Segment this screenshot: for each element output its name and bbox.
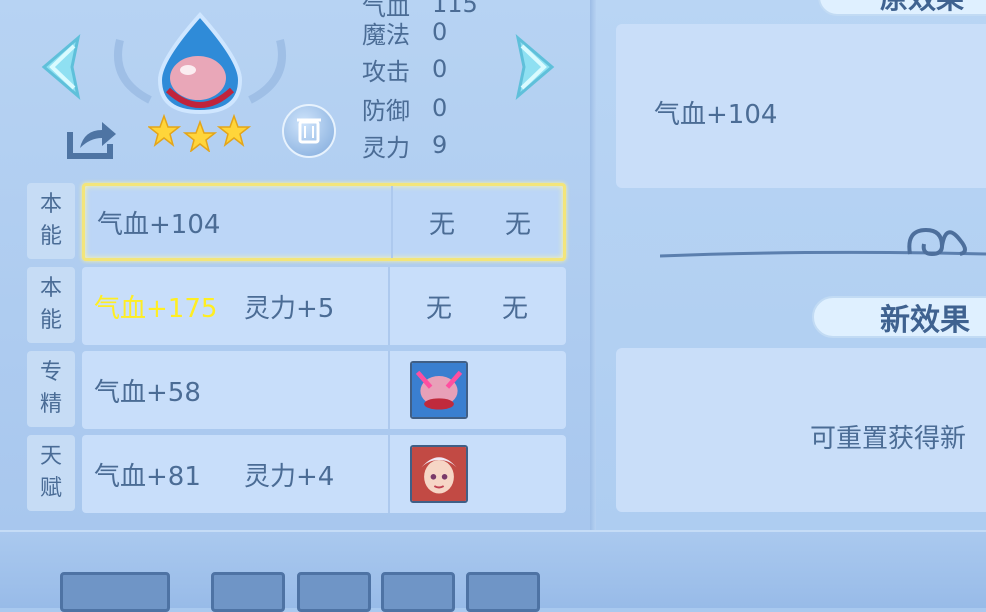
- stat-label: 攻击: [362, 57, 410, 86]
- row-attribute: 气血+58: [94, 377, 201, 408]
- new-effect-hint: 可重置获得新: [810, 424, 967, 454]
- row-slot-text: 无: [429, 209, 456, 240]
- attribute-row-selected[interactable]: 气血+104 无 无: [82, 183, 566, 261]
- row-tag-text: 能: [39, 308, 62, 333]
- row-tag-text: 专: [39, 360, 62, 385]
- row-divider: [391, 186, 393, 258]
- original-effect-title: 原效果: [818, 0, 986, 16]
- stat-value: 0: [432, 18, 448, 46]
- stat-value: 9: [432, 131, 448, 159]
- row-tag: 专 精: [27, 351, 75, 427]
- attribute-row[interactable]: 气血+58: [82, 351, 566, 429]
- bottom-slot[interactable]: [466, 572, 540, 612]
- stat-magic: 魔法 0: [362, 16, 448, 49]
- stat-spirit: 灵力 9: [362, 129, 448, 162]
- row-attribute-highlight: 气血+175: [94, 293, 218, 324]
- stat-label: 防御: [362, 96, 410, 125]
- new-effect-box: 可重置获得新: [616, 348, 986, 512]
- delete-button[interactable]: [282, 104, 336, 158]
- new-effect-title: 新效果: [812, 296, 986, 338]
- row-tag-text: 本: [39, 276, 62, 301]
- share-icon[interactable]: [66, 118, 118, 160]
- stat-attack: 攻击 0: [362, 53, 448, 86]
- original-effect-value: 气血+104: [654, 100, 778, 130]
- bottom-slot[interactable]: [381, 572, 455, 612]
- row-tag-text: 本: [39, 192, 62, 217]
- row-tag-text: 天: [39, 444, 62, 469]
- section-title-text: 新效果: [880, 303, 970, 338]
- character-portrait-icon[interactable]: [410, 445, 468, 503]
- row-slot-text: 无: [426, 293, 453, 324]
- attribute-row[interactable]: 气血+81 灵力+4: [82, 435, 566, 513]
- row-attribute: 灵力+4: [244, 461, 335, 492]
- divider-ornament-icon: [660, 227, 986, 258]
- bottom-slot[interactable]: [297, 572, 371, 612]
- row-tag-text: 精: [39, 392, 62, 417]
- stat-defense: 防御 0: [362, 92, 448, 125]
- row-slot-text: 无: [502, 293, 529, 324]
- row-tag-text: 赋: [39, 476, 62, 501]
- row-attribute: 气血+81: [94, 461, 201, 492]
- row-tag: 本 能: [27, 267, 75, 343]
- bottom-slot[interactable]: [211, 572, 285, 612]
- original-effect-box: 气血+104: [616, 24, 986, 188]
- next-arrow-icon[interactable]: [510, 32, 562, 102]
- row-tag-text: 能: [39, 224, 62, 249]
- pet-avatar[interactable]: [100, 0, 300, 120]
- attribute-row[interactable]: 气血+175 灵力+5 无 无: [82, 267, 566, 345]
- section-title-text: 原效果: [880, 0, 964, 17]
- stat-label: 魔法: [362, 20, 410, 49]
- trash-icon: [297, 118, 321, 144]
- prev-arrow-icon[interactable]: [34, 32, 86, 102]
- row-divider: [388, 267, 390, 345]
- row-attribute: 气血+104: [97, 209, 221, 240]
- bottom-tab-button[interactable]: [60, 572, 170, 612]
- dragon-thumbnail-icon[interactable]: [410, 361, 468, 419]
- stat-label: 灵力: [362, 133, 410, 162]
- stat-value: 0: [432, 94, 448, 122]
- stat-value: 0: [432, 55, 448, 83]
- row-tag: 本 能: [27, 183, 75, 259]
- star-rating-icon: [148, 113, 252, 152]
- row-divider: [388, 351, 390, 429]
- row-attribute: 灵力+5: [244, 293, 335, 324]
- row-divider: [388, 435, 390, 513]
- row-slot-text: 无: [505, 209, 532, 240]
- row-tag: 天 赋: [27, 435, 75, 511]
